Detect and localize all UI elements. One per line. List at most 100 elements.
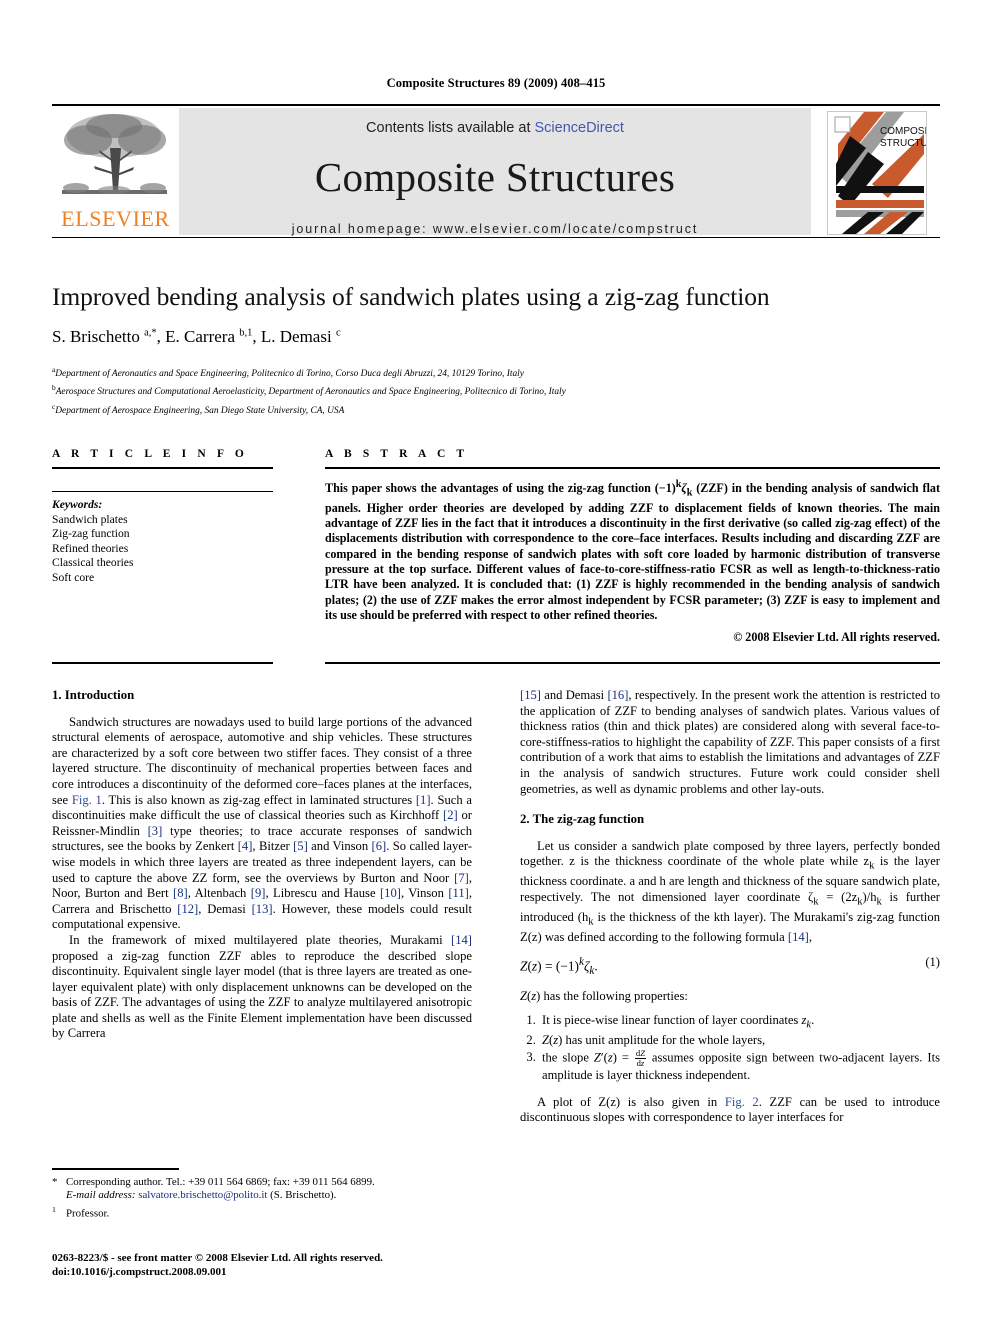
keyword-item: Zig-zag function <box>52 527 130 541</box>
derivative-fraction: dZ dz <box>634 1047 646 1069</box>
closing-part-a: A plot of Z(z) is also given in <box>537 1094 725 1109</box>
affiliation-a: aDepartment of Aeronautics and Space Eng… <box>52 363 940 381</box>
figure-2-link[interactable]: Fig. 2 <box>725 1095 759 1109</box>
abstract-heading: A B S T R A C T <box>325 448 469 460</box>
citation-13[interactable]: [13] <box>252 902 273 916</box>
article-info-block: A R T I C L E I N F O Keywords: Sandwich… <box>52 448 273 586</box>
intro-p2-part-c: and Demasi <box>540 688 608 702</box>
citation-5[interactable]: [5] <box>293 839 308 853</box>
citation-12[interactable]: [12] <box>177 902 198 916</box>
svg-text:COMPOSITE: COMPOSITE <box>880 126 926 137</box>
abstract-block: A B S T R A C T This paper shows the adv… <box>325 448 940 645</box>
footnote-email-line: E-mail address: salvatore.brischetto@pol… <box>66 1189 336 1203</box>
citation-11[interactable]: [11] <box>448 886 469 900</box>
abstract-bottom-rule <box>325 662 940 664</box>
intro-p1-part-l: , Vinson <box>400 886 449 901</box>
intro-p2-part-d: , respectively. In the present work the … <box>520 688 940 796</box>
zigzag-p1-part-g: , <box>808 930 813 945</box>
author-list: S. Brischetto a,*, E. Carrera b,1, L. De… <box>52 327 341 346</box>
citation-14b[interactable]: [14] <box>788 930 809 944</box>
equation-1-number: (1) <box>925 954 940 969</box>
cover-artwork-icon: COMPOSITE STRUCTURES <box>828 112 926 234</box>
citation-4[interactable]: [4] <box>238 839 253 853</box>
intro-p1-part-k: , Librescu and Hause <box>265 886 380 901</box>
intro-p1-part-j: , Altenbach <box>187 886 251 901</box>
body-column-left: 1. Introduction Sandwich structures are … <box>52 688 472 1042</box>
article-info-rule <box>52 467 273 469</box>
figure-1-link[interactable]: Fig. 1 <box>72 793 102 807</box>
issn-line: 0263-8223/$ - see front matter © 2008 El… <box>52 1252 383 1264</box>
intro-p1-part-f: , Bitzer <box>252 839 294 854</box>
closing-paragraph: A plot of Z(z) is also given in Fig. 2. … <box>520 1095 940 1126</box>
citation-9[interactable]: [9] <box>251 886 266 900</box>
footnote-block: * Corresponding author. Tel.: +39 011 564… <box>52 1168 472 1221</box>
intro-p2-part-b: proposed a zig-zag function ZZF ables to… <box>52 948 472 1041</box>
journal-cover-thumbnail: COMPOSITE STRUCTURES <box>815 108 940 235</box>
email-link[interactable]: salvatore.brischetto@polito.it <box>138 1189 267 1201</box>
citation-1[interactable]: [1] <box>416 793 431 807</box>
footnote-professor: 1 Professor. <box>52 1203 472 1221</box>
citation-14a[interactable]: [14] <box>451 933 472 947</box>
footnote-rule <box>52 1168 179 1170</box>
article-info-bottom-rule <box>52 662 273 664</box>
journal-homepage-line[interactable]: journal homepage: www.elsevier.com/locat… <box>179 222 811 236</box>
keyword-item: Refined theories <box>52 541 129 555</box>
keywords-label: Keywords: <box>52 498 103 511</box>
properties-intro: Z(z) has the following properties: <box>520 988 688 1003</box>
property-item-1: It is piece-wise linear function of laye… <box>539 1013 940 1033</box>
journal-title: Composite Structures <box>314 154 676 200</box>
journal-cover-art: COMPOSITE STRUCTURES <box>827 111 927 235</box>
keyword-item: Classical theories <box>52 556 134 570</box>
keywords-rule <box>52 491 273 492</box>
doi-line: doi:10.1016/j.compstruct.2008.09.001 <box>52 1265 227 1278</box>
email-label: E-mail address: <box>66 1189 136 1202</box>
section-heading-zigzag: 2. The zig-zag function <box>520 812 645 827</box>
intro-paragraph-1: Sandwich structures are nowadays used to… <box>52 715 472 933</box>
masthead-bottom-rule <box>52 237 940 238</box>
keyword-item: Sandwich plates <box>52 512 128 526</box>
zigzag-p1-part-c: = (2z <box>818 890 858 905</box>
keywords-list: Keywords: Sandwich plates Zig-zag functi… <box>52 498 273 586</box>
affiliation-text-b: Aerospace Structures and Computational A… <box>55 387 566 398</box>
section-heading-introduction: 1. Introduction <box>52 688 135 702</box>
contents-prefix: Contents lists available at <box>366 120 535 136</box>
affiliation-c: cDepartment of Aerospace Engineering, Sa… <box>52 400 940 418</box>
equation-1: Z(z) = (−1)kζk. (1) <box>520 954 940 977</box>
citation-16[interactable]: [16] <box>607 688 628 702</box>
property-item-3: the slope Z′(z) = dZdz assumes opposite … <box>539 1047 940 1084</box>
keyword-item: Soft core <box>52 570 95 584</box>
footnote-corresponding-author: * Corresponding author. Tel.: +39 011 564… <box>52 1176 472 1203</box>
affiliation-text-c: Department of Aerospace Engineering, San… <box>55 405 345 416</box>
email-owner: (S. Brischetto). <box>270 1189 337 1202</box>
journal-masthead: ELSEVIER Contents lists available at Sci… <box>52 104 940 238</box>
body-column-right: [15] and Demasi [16], respectively. In t… <box>520 688 940 1126</box>
citation-6[interactable]: [6] <box>372 839 387 853</box>
zigzag-p1-part-d: )/h <box>862 890 877 905</box>
asterisk-icon: * <box>52 1175 58 1188</box>
svg-text:STRUCTURES: STRUCTURES <box>880 138 926 149</box>
citation-2[interactable]: [2] <box>443 808 458 822</box>
citation-10[interactable]: [10] <box>380 886 401 900</box>
sciencedirect-link[interactable]: ScienceDirect <box>535 120 624 136</box>
intro-paragraph-2: In the framework of mixed multilayered p… <box>52 933 472 1042</box>
intro-p2-part-a: In the framework of mixed multilayered p… <box>69 932 452 947</box>
zigzag-paragraph-1: Let us consider a sandwich plate compose… <box>520 838 941 945</box>
citation-15[interactable]: [15] <box>520 688 541 702</box>
abstract-rule <box>325 467 940 469</box>
intro-paragraph-2-continued: [15] and Demasi [16], respectively. In t… <box>520 688 940 797</box>
abstract-copyright: © 2008 Elsevier Ltd. All rights reserved… <box>733 630 940 645</box>
running-head: Composite Structures 89 (2009) 408–415 <box>386 76 606 90</box>
article-info-heading: A R T I C L E I N F O <box>52 448 248 460</box>
affiliation-b: bAerospace Structures and Computational … <box>52 381 940 399</box>
footnote-professor-text: Professor. <box>66 1207 110 1220</box>
citation-7[interactable]: [7] <box>454 871 469 885</box>
issn-block: 0263-8223/$ - see front matter © 2008 El… <box>52 1252 482 1280</box>
affiliation-text-a: Department of Aeronautics and Space Engi… <box>55 369 524 380</box>
footnote-marker-1: 1 <box>52 1204 56 1214</box>
footnote-corresponding-text: Corresponding author. Tel.: +39 011 564 … <box>66 1175 375 1188</box>
elsevier-wordmark: ELSEVIER <box>61 206 170 231</box>
citation-3[interactable]: [3] <box>148 824 163 838</box>
paper-page: Composite Structures 89 (2009) 408–415 E… <box>0 0 992 1323</box>
abstract-text: This paper shows the advantages of using… <box>325 479 940 622</box>
citation-8[interactable]: [8] <box>173 886 188 900</box>
